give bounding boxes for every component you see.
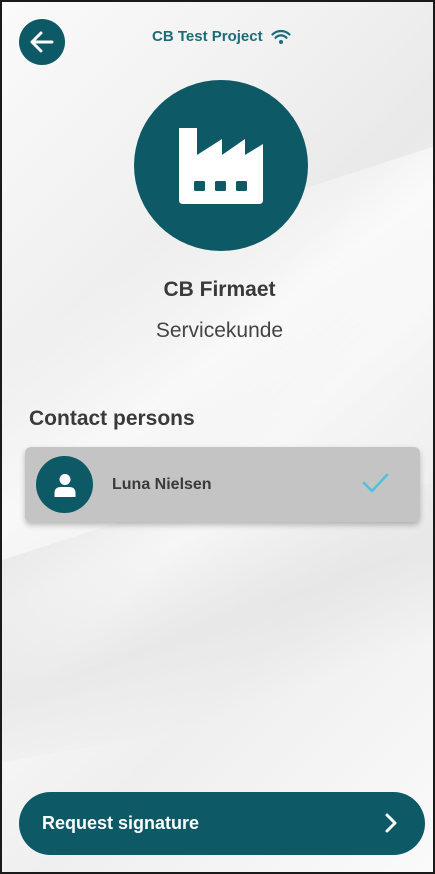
wifi-icon — [270, 29, 291, 44]
arrow-left-icon — [30, 31, 54, 53]
header: CB Test Project — [152, 28, 291, 45]
back-button[interactable] — [19, 19, 65, 65]
contact-persons-heading: Contact persons — [29, 407, 195, 430]
chevron-right-icon — [385, 813, 397, 833]
avatar — [36, 456, 93, 513]
factory-icon — [179, 127, 263, 204]
contact-name: Luna Nielsen — [112, 476, 212, 493]
checkmark-icon — [362, 473, 389, 493]
company-type: Servicekunde — [155, 319, 284, 342]
request-signature-label: Request signature — [42, 813, 200, 833]
contact-item[interactable]: Luna Nielsen — [25, 447, 420, 522]
app-screen: CB Test Project CB Firmaet Servicekunde … — [0, 0, 435, 874]
company-name: CB Firmaet — [163, 278, 276, 301]
project-title: CB Test Project — [152, 28, 263, 45]
request-signature-button[interactable]: Request signature — [19, 792, 425, 855]
person-icon — [54, 473, 75, 497]
company-avatar — [134, 80, 308, 251]
